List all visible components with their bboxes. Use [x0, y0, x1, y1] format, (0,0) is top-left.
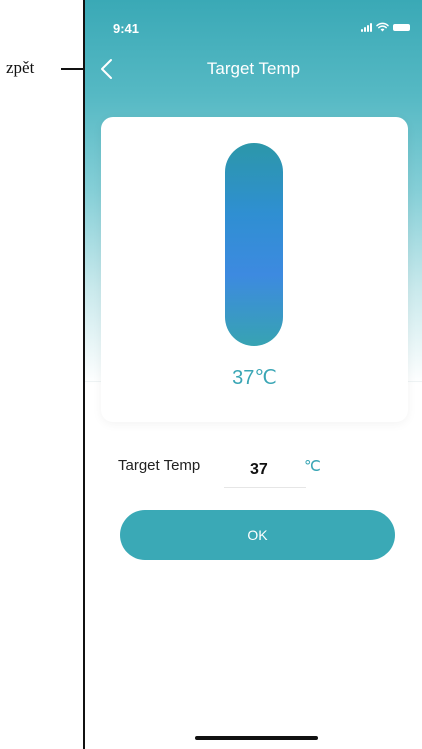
thermometer-card: 37℃: [101, 117, 408, 422]
target-temp-unit: ℃: [304, 458, 321, 475]
signal-icon: [361, 23, 372, 32]
battery-icon: [393, 24, 410, 31]
target-temp-input[interactable]: [224, 452, 306, 488]
home-indicator: [195, 736, 318, 740]
thermometer-reading: 37℃: [232, 367, 277, 389]
thermometer-bar[interactable]: [225, 143, 283, 346]
page-title: Target Temp: [206, 59, 301, 78]
status-icons: [361, 22, 410, 32]
target-temp-label: Target Temp: [118, 457, 201, 474]
status-time: 9:41: [113, 21, 140, 36]
screenshot-canvas: zpět 9:41 Target Temp 37℃ Target Temp 37…: [0, 0, 422, 749]
back-annotation-label: zpět: [6, 58, 35, 77]
phone-screen: 9:41 Target Temp 37℃ Target Temp 37 ℃ OK: [83, 0, 422, 749]
ok-button[interactable]: OK: [120, 510, 395, 560]
wifi-icon: [376, 22, 389, 32]
